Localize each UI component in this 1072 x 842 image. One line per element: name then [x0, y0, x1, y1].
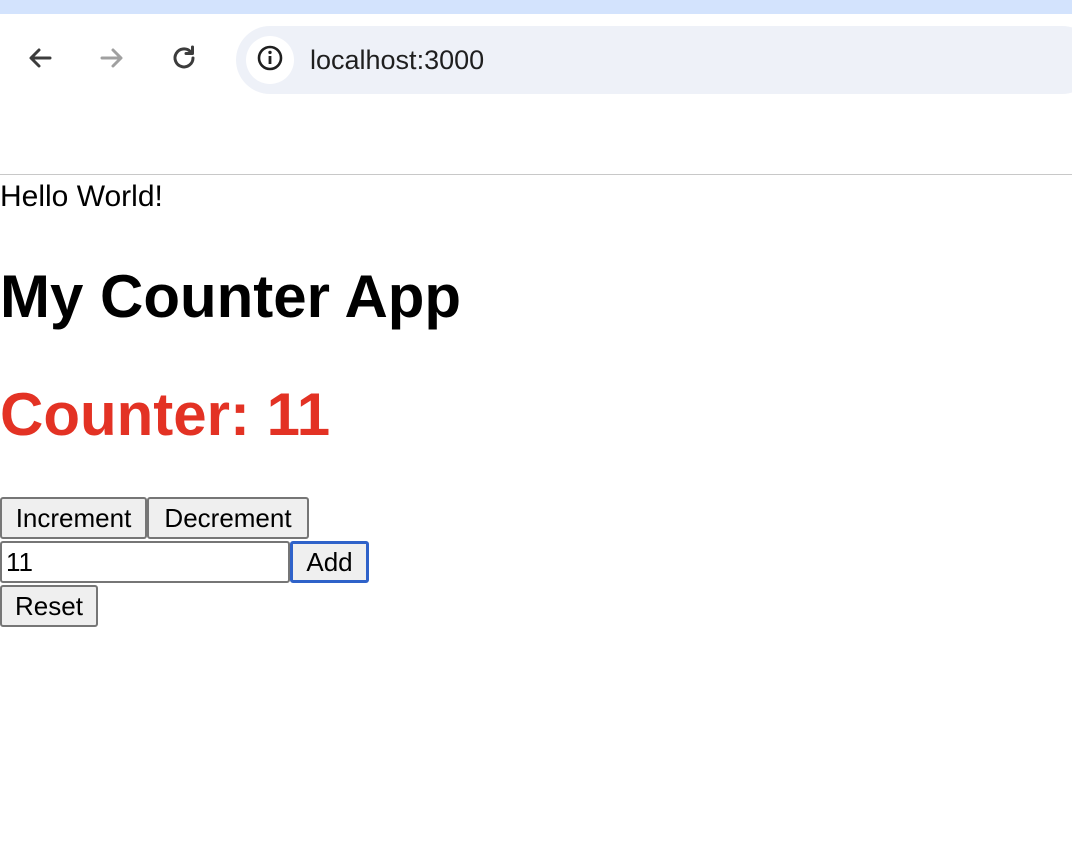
back-button[interactable] — [18, 36, 62, 80]
forward-button[interactable] — [90, 36, 134, 80]
url-text[interactable]: localhost:3000 — [310, 46, 484, 74]
page-title: My Counter App — [0, 263, 462, 330]
reload-button[interactable] — [162, 36, 206, 80]
reload-icon — [169, 43, 199, 73]
reset-button[interactable]: Reset — [0, 585, 98, 627]
add-button[interactable]: Add — [290, 541, 369, 583]
site-info-button[interactable] — [246, 36, 294, 84]
browser-toolbar: localhost:3000 — [0, 14, 1072, 106]
info-icon — [255, 43, 285, 78]
page-content: Hello World! My Counter App Counter: 11 … — [0, 175, 1072, 842]
add-amount-input[interactable] — [0, 541, 290, 583]
arrow-right-icon — [97, 43, 127, 73]
counter-display: Counter: 11 — [0, 381, 331, 448]
decrement-button[interactable]: Decrement — [147, 497, 309, 539]
hello-text: Hello World! — [0, 180, 163, 213]
arrow-left-icon — [25, 43, 55, 73]
increment-button[interactable]: Increment — [0, 497, 147, 539]
window-top-strip — [0, 0, 1072, 14]
address-bar[interactable]: localhost:3000 — [236, 26, 1072, 94]
